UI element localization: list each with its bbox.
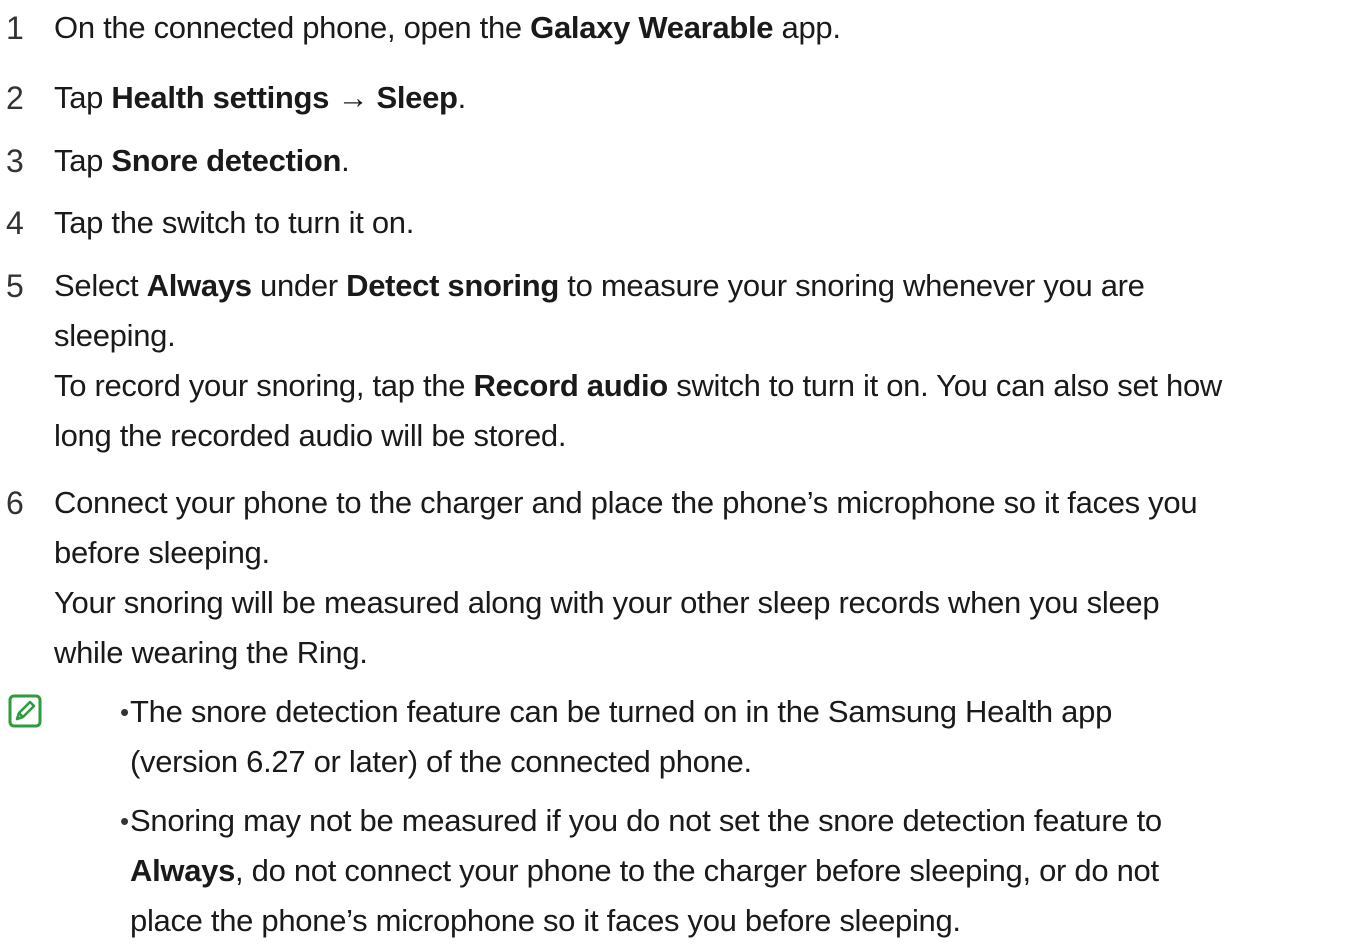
text-run: , do not connect your phone to the charg… (235, 853, 1159, 888)
text-run: Tap the switch to turn it on. (54, 205, 415, 240)
step-number: 6 (6, 485, 24, 521)
text-run: Connect your phone to the charger and pl… (54, 485, 1198, 520)
step-number: 3 (6, 143, 24, 179)
text-run: to measure your snoring whenever you are (558, 268, 1145, 303)
text-run: before sleeping. (54, 535, 270, 570)
step-line: On the connected phone, open the Galaxy … (54, 3, 1354, 53)
menu-record-audio: Record audio (473, 368, 668, 403)
app-name-galaxy-wearable: Galaxy Wearable (530, 10, 774, 45)
step-text: Select Always under Detect snoring to me… (54, 261, 1354, 461)
instruction-page: 1 On the connected phone, open the Galax… (0, 0, 1367, 938)
step-text: On the connected phone, open the Galaxy … (54, 3, 1354, 53)
menu-sleep: Sleep (376, 80, 458, 115)
menu-snore-detection: Snore detection (111, 143, 342, 178)
text-run: sleeping. (54, 318, 176, 353)
text-run: Your snoring will be measured along with… (54, 585, 1160, 620)
arrow-separator: → (329, 80, 377, 115)
note-text: Snoring may not be measured if you do no… (130, 796, 1330, 946)
text-run: under (251, 268, 347, 303)
text-run: Tap (54, 80, 112, 115)
step-text: Connect your phone to the charger and pl… (54, 478, 1354, 678)
step-number: 4 (6, 205, 24, 241)
step-line: before sleeping. (54, 528, 1354, 578)
note-line: place the phone’s microphone so it faces… (130, 903, 961, 938)
step-text: Tap Health settings → Sleep. (54, 73, 1354, 123)
note-line: Snoring may not be measured if you do no… (130, 803, 1162, 838)
step-text: Tap the switch to turn it on. (54, 198, 1354, 248)
step-line: Tap the switch to turn it on. (54, 198, 1354, 248)
text-run: app. (773, 10, 841, 45)
step-line: Tap Snore detection. (54, 136, 1354, 186)
step-line: sleeping. (54, 311, 1354, 361)
text-run: Tap (54, 143, 112, 178)
text-run: On the connected phone, open the (54, 10, 531, 45)
bullet-dot: • (120, 697, 129, 727)
step-number: 1 (6, 10, 24, 46)
bullet-dot: • (120, 806, 129, 836)
step-line: Your snoring will be measured along with… (54, 578, 1354, 628)
step-line: Connect your phone to the charger and pl… (54, 478, 1354, 528)
step-line: Select Always under Detect snoring to me… (54, 261, 1354, 311)
text-run: . (341, 143, 350, 178)
text-run: long the recorded audio will be stored. (54, 418, 567, 453)
text-run: Select (54, 268, 147, 303)
step-line: while wearing the Ring. (54, 628, 1354, 678)
text-run: while wearing the Ring. (54, 635, 368, 670)
note-text: The snore detection feature can be turne… (130, 687, 1330, 787)
step-line: To record your snoring, tap the Record a… (54, 361, 1354, 411)
text-run: . (457, 80, 467, 115)
option-always: Always (130, 853, 236, 888)
text-run: switch to turn it on. You can also set h… (667, 368, 1222, 403)
step-number: 5 (6, 268, 24, 304)
menu-detect-snoring: Detect snoring (346, 268, 559, 303)
note-line: Always, do not connect your phone to the… (130, 846, 1330, 896)
step-text: Tap Snore detection. (54, 136, 1354, 186)
note-pencil-icon (8, 694, 42, 728)
step-number: 2 (6, 80, 24, 116)
menu-health-settings: Health settings (111, 80, 330, 115)
text-run: To record your snoring, tap the (54, 368, 474, 403)
note-line: The snore detection feature can be turne… (130, 694, 1113, 729)
note-line: (version 6.27 or later) of the connected… (130, 744, 752, 779)
step-line: long the recorded audio will be stored. (54, 411, 1354, 461)
step-line: Tap Health settings → Sleep. (54, 73, 1354, 123)
option-always: Always (146, 268, 252, 303)
